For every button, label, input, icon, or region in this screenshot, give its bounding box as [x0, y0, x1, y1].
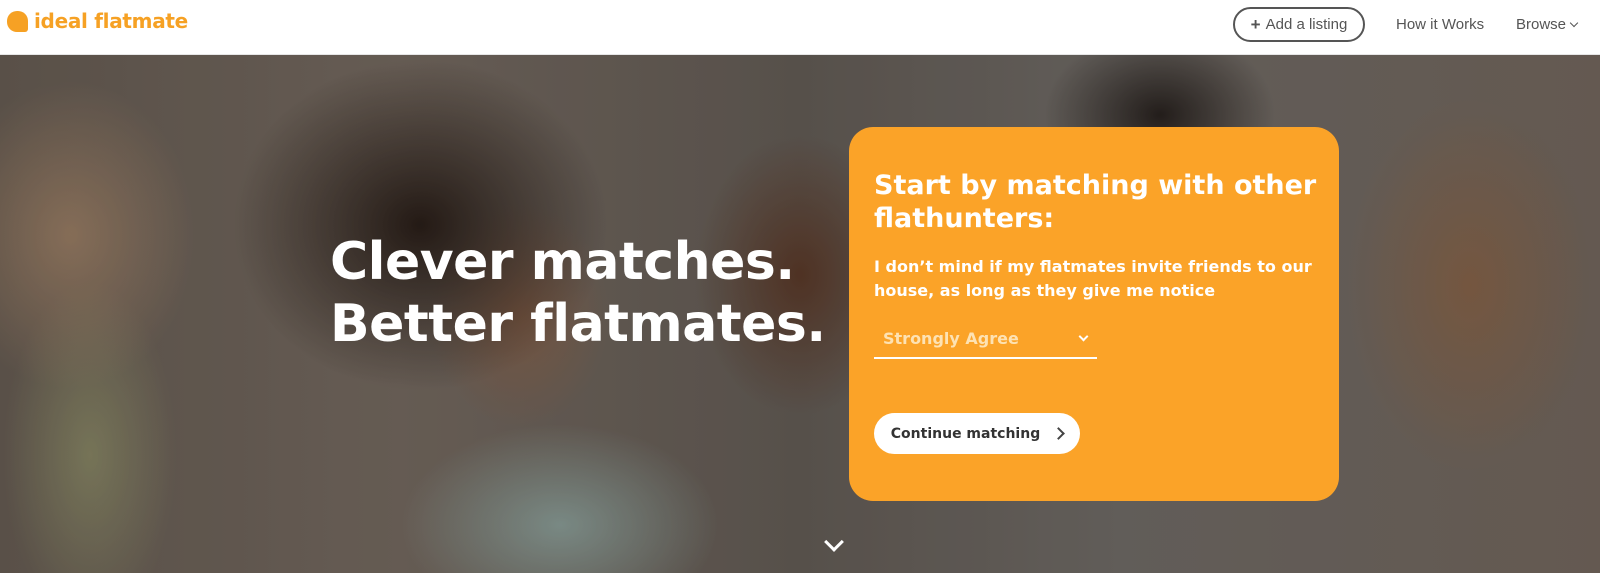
- matching-card: Start by matching with other flathunters…: [849, 127, 1339, 501]
- hero-headline: Clever matches. Better flatmates.: [330, 231, 826, 355]
- add-listing-label: Add a listing: [1265, 16, 1348, 33]
- plus-icon: +: [1250, 15, 1261, 34]
- nav-browse-dropdown[interactable]: Browse: [1516, 16, 1579, 33]
- continue-matching-button[interactable]: Continue matching: [874, 413, 1080, 454]
- match-question: I don’t mind if my flatmates invite frie…: [874, 257, 1312, 300]
- headline-line-2: Better flatmates.: [330, 294, 826, 354]
- site-header: ideal flatmate + Add a listing How it Wo…: [0, 0, 1600, 55]
- logo[interactable]: ideal flatmate: [7, 9, 188, 33]
- nav-how-it-works[interactable]: How it Works: [1396, 16, 1484, 33]
- chevron-right-icon: [1052, 427, 1066, 440]
- continue-matching-label: Continue matching: [890, 425, 1041, 442]
- logo-text: ideal flatmate: [34, 9, 188, 33]
- headline-line-1: Clever matches.: [330, 232, 795, 292]
- answer-select-value: Strongly Agree: [883, 328, 1019, 348]
- hero-section: Clever matches. Better flatmates. Start …: [0, 55, 1600, 573]
- chevron-down-icon: [1569, 18, 1579, 28]
- logo-mark-icon: [7, 10, 28, 32]
- nav-browse-label: Browse: [1516, 16, 1567, 33]
- add-listing-button[interactable]: + Add a listing: [1233, 7, 1365, 42]
- chevron-down-icon: [1078, 331, 1089, 341]
- answer-select[interactable]: Strongly Agree: [874, 319, 1097, 359]
- card-title: Start by matching with other flathunters…: [874, 170, 1317, 234]
